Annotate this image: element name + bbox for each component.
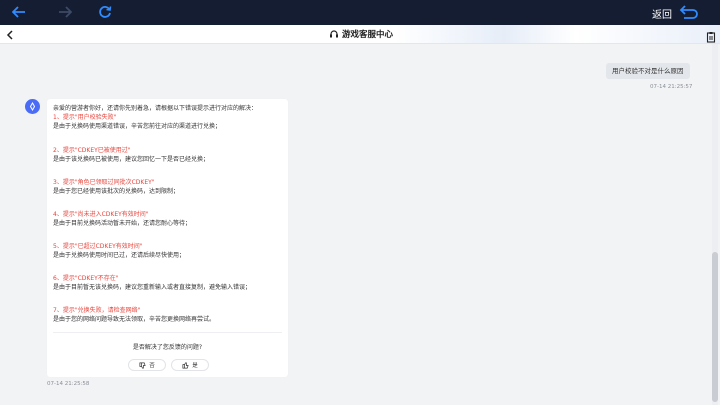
item-title: 3、提示"角色已领取过同批次CDKEY" xyxy=(53,179,155,186)
bot-message-time: 07-14 21:25:58 xyxy=(47,381,90,387)
user-message-time: 07-14 21:25:57 xyxy=(650,84,693,90)
feedback-no-label: 否 xyxy=(149,363,155,369)
list-item: 3、提示"角色已领取过同批次CDKEY" 是由于您已经使用该批次的兑换码，达到限… xyxy=(53,178,285,196)
item-desc: 是由于目前兑换码活动暂未开始，还请您耐心等待； xyxy=(53,220,192,227)
item-desc: 是由于该兑换码已被使用，建议您回忆一下是否已经兑换； xyxy=(53,156,210,163)
item-desc: 是由于兑换码使用渠道错误，辛苦您前往对应的渠道进行兑换； xyxy=(53,123,222,130)
page-title-text: 游戏客服中心 xyxy=(342,30,394,40)
feedback-yes-button[interactable]: 是 xyxy=(171,359,209,371)
list-item: 6、提示"CDKEY不存在" 是由于目前暂无该兑换码，建议您重新输入或者直接复制… xyxy=(53,274,285,292)
page-title: 游戏客服中心 xyxy=(329,28,393,40)
return-arrow-icon[interactable] xyxy=(678,3,700,21)
refresh-icon[interactable] xyxy=(95,2,115,22)
bot-avatar xyxy=(25,99,40,114)
item-title: 5、提示"已超过CDKEY有效时间" xyxy=(53,243,143,250)
scrollbar-thumb[interactable] xyxy=(712,252,718,402)
thumbs-up-icon xyxy=(182,362,189,368)
forward-arrow-icon[interactable] xyxy=(55,2,75,22)
list-item: 7、提示"兑换失败，请检查网络" 是由于您的网络问题导致无法领取，辛苦您更换网络… xyxy=(53,306,285,324)
bot-intro-text: 亲爱的营游者你好，还请你先别着急，请根据以下错误提示进行对应的解决： xyxy=(53,105,258,112)
item-desc: 是由于您的网络问题导致无法领取，辛苦您更换网络再尝试。 xyxy=(53,316,216,323)
thumbs-down-icon xyxy=(139,362,146,368)
header-back-icon[interactable] xyxy=(5,27,17,41)
list-item: 2、提示"CDKEY已被使用过" 是由于该兑换码已被使用，建议您回忆一下是否已经… xyxy=(53,146,285,164)
page-header: 游戏客服中心 xyxy=(0,25,720,44)
feedback-question: 是否解决了您反馈的问题? xyxy=(132,344,203,351)
list-item: 1、提示"用户校验失败" 是由于兑换码使用渠道错误，辛苦您前往对应的渠道进行兑换… xyxy=(53,113,285,131)
return-button[interactable]: 返回 xyxy=(652,6,672,21)
feedback-yes-label: 是 xyxy=(192,363,198,369)
list-item: 4、提示"尚未进入CDKEY有效时间" 是由于目前兑换码活动暂未开始，还请您耐心… xyxy=(53,210,285,228)
item-title: 7、提示"兑换失败，请检查网络" xyxy=(53,307,141,314)
divider xyxy=(53,332,282,333)
feedback-no-button[interactable]: 否 xyxy=(128,359,166,371)
bot-logo-icon xyxy=(29,102,36,111)
item-title: 1、提示"用户校验失败" xyxy=(53,114,117,121)
item-title: 2、提示"CDKEY已被使用过" xyxy=(53,147,131,154)
item-desc: 是由于目前暂无该兑换码，建议您重新输入或者直接复制，避免输入错误； xyxy=(53,284,252,291)
item-title: 4、提示"尚未进入CDKEY有效时间" xyxy=(53,211,149,218)
headset-icon xyxy=(330,30,338,38)
item-desc: 是由于兑换码使用时间已过，还请后续尽快使用； xyxy=(53,252,186,259)
list-item: 5、提示"已超过CDKEY有效时间" 是由于兑换码使用时间已过，还请后续尽快使用… xyxy=(53,242,285,260)
item-desc: 是由于您已经使用该批次的兑换码，达到限制； xyxy=(53,188,180,195)
bot-message-bubble: 亲爱的营游者你好，还请你先别着急，请根据以下错误提示进行对应的解决： 1、提示"… xyxy=(47,99,288,377)
browser-toolbar: 返回 xyxy=(0,0,720,25)
clipboard-icon[interactable] xyxy=(706,28,716,43)
item-title: 6、提示"CDKEY不存在" xyxy=(53,275,119,282)
user-message-bubble: 用户校验不对是什么原因 xyxy=(606,63,690,79)
back-arrow-icon[interactable] xyxy=(9,2,29,22)
